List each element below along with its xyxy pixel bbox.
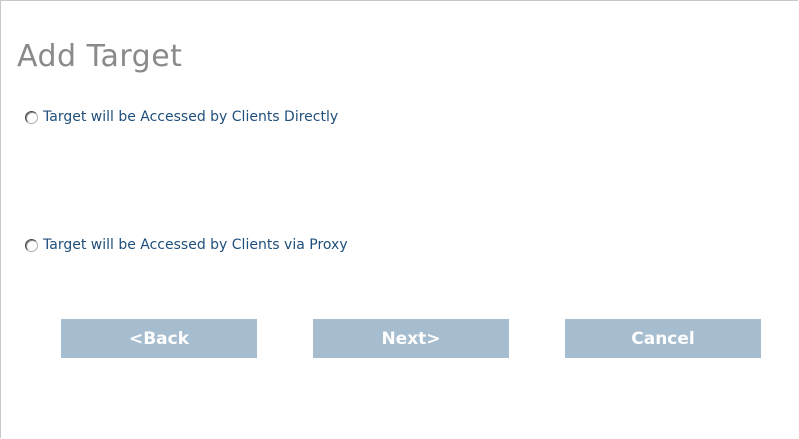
page-title: Add Target — [17, 39, 183, 74]
next-button[interactable]: Next> — [313, 319, 509, 358]
option-proxy-label[interactable]: Target will be Accessed by Clients via P… — [43, 237, 348, 253]
option-direct-label[interactable]: Target will be Accessed by Clients Direc… — [43, 109, 338, 125]
back-button[interactable]: <Back — [61, 319, 257, 358]
radio-button-proxy[interactable] — [25, 238, 38, 252]
add-target-dialog: Add Target Target will be Accessed by Cl… — [0, 0, 798, 438]
option-proxy-access[interactable]: Target will be Accessed by Clients via P… — [25, 237, 348, 253]
radio-button-direct[interactable] — [25, 110, 38, 124]
option-direct-access[interactable]: Target will be Accessed by Clients Direc… — [25, 109, 338, 125]
cancel-button[interactable]: Cancel — [565, 319, 761, 358]
